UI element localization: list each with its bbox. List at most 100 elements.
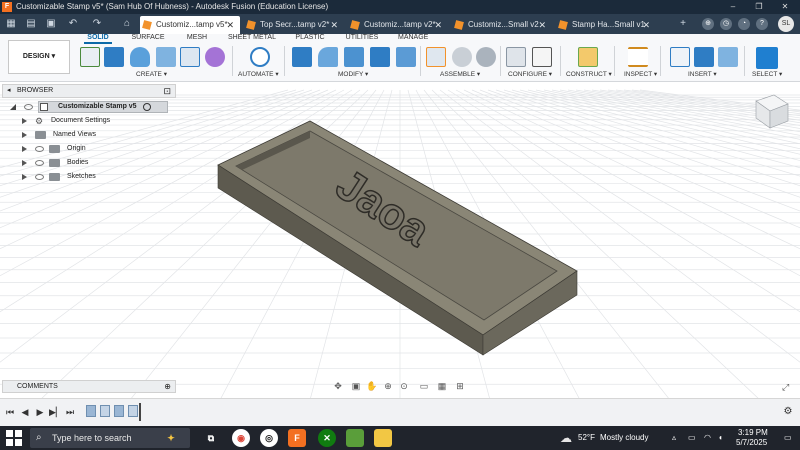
user-avatar[interactable]: SL (778, 16, 794, 32)
browser-item-sketches[interactable]: Sketches (0, 170, 176, 184)
orbit-icon[interactable]: ✥ (332, 380, 344, 392)
undo-icon[interactable]: ↶ (66, 17, 80, 31)
help-icon[interactable]: ? (756, 18, 768, 30)
joint-icon[interactable] (452, 47, 472, 67)
minimize-button[interactable]: – (720, 0, 746, 14)
close-tab-icon[interactable]: ✕ (538, 16, 546, 34)
chamfer-icon[interactable] (344, 47, 364, 67)
visibility-icon[interactable] (35, 174, 44, 180)
comments-panel-header[interactable]: COMMENTS ⊕ (2, 380, 176, 393)
form-icon[interactable] (205, 47, 225, 67)
pattern-icon[interactable] (180, 47, 200, 67)
viewports-icon[interactable]: ⊞ (454, 380, 466, 392)
offset-plane-icon[interactable] (578, 47, 598, 67)
hole-icon[interactable] (156, 47, 176, 67)
home-icon[interactable]: ⌂ (120, 17, 134, 31)
visibility-icon[interactable] (35, 160, 44, 166)
tab-mesh[interactable]: MESH (184, 34, 210, 44)
grid-settings-icon[interactable]: ▦ (436, 380, 448, 392)
weather-temp[interactable]: 52°F (578, 426, 595, 450)
tab-solid[interactable]: SOLID (84, 34, 112, 44)
wifi-icon[interactable]: ◠ (704, 426, 711, 450)
timeline-marker[interactable] (139, 403, 141, 421)
combine-icon[interactable] (396, 47, 416, 67)
timeline-extrude[interactable] (128, 405, 138, 417)
expand-icon[interactable] (22, 118, 27, 124)
measure-icon[interactable] (628, 47, 648, 67)
expand-icon[interactable] (22, 160, 27, 166)
expand-icon[interactable] (22, 146, 27, 152)
new-tab-icon[interactable]: + (676, 17, 690, 31)
browser-root[interactable]: Customizable Stamp v5 (0, 100, 176, 114)
group-construct[interactable]: CONSTRUCT ▾ (566, 70, 612, 78)
tab-manage[interactable]: MANAGE (398, 34, 428, 44)
notifications-icon[interactable]: ◔ (738, 18, 750, 30)
extrude-icon[interactable] (104, 47, 124, 67)
new-component-icon[interactable] (426, 47, 446, 67)
browser-app-icon[interactable]: ◎ (260, 429, 278, 447)
fit-icon[interactable]: ⊙ (398, 380, 410, 392)
timeline-settings-icon[interactable]: ⚙ (782, 406, 794, 418)
add-comment-icon[interactable]: ⊕ (164, 381, 171, 392)
file-menu-icon[interactable]: ▤ (24, 17, 38, 31)
workspace-switcher-button[interactable]: DESIGN ▾ (8, 40, 70, 74)
tab-document-2[interactable]: Top Secr...tamp v2* ✕ (244, 16, 344, 34)
expand-view-icon[interactable]: ⤢ (782, 382, 794, 394)
automate-icon[interactable] (250, 47, 270, 67)
visibility-icon[interactable] (24, 104, 33, 110)
timeline-sketch[interactable] (86, 405, 96, 417)
close-tab-icon[interactable]: ✕ (642, 16, 650, 34)
play-icon[interactable]: ▶ (34, 406, 46, 418)
fillet-icon[interactable] (318, 47, 338, 67)
configure-icon[interactable] (506, 47, 526, 67)
tab-document-4[interactable]: Customiz...Small v2 ✕ (452, 16, 552, 34)
app-grid-icon[interactable]: ▦ (4, 17, 18, 31)
windows-start-icon[interactable] (6, 430, 22, 446)
close-tab-icon[interactable]: ✕ (434, 16, 442, 34)
tab-surface[interactable]: SURFACE (130, 34, 166, 44)
copilot-icon[interactable]: ✦ (162, 429, 180, 447)
tray-overflow-icon[interactable]: ▵ (672, 426, 676, 450)
redo-icon[interactable]: ↷ (90, 17, 104, 31)
tab-document-5[interactable]: Stamp Ha...Small v1 ✕ (556, 16, 656, 34)
insert-image-icon[interactable] (718, 47, 738, 67)
xbox-icon[interactable]: ✕ (318, 429, 336, 447)
save-icon[interactable]: ▣ (44, 17, 58, 31)
clock-date[interactable]: 5/7/2025 (736, 431, 767, 450)
tab-utilities[interactable]: UTILITIES (344, 34, 380, 44)
insert-derive-icon[interactable] (670, 47, 690, 67)
maximize-button[interactable]: ❐ (746, 0, 772, 14)
step-forward-icon[interactable]: ▶▏ (49, 406, 63, 418)
group-insert[interactable]: INSERT ▾ (688, 70, 717, 78)
group-modify[interactable]: MODIFY ▾ (338, 70, 368, 78)
tab-sheet-metal[interactable]: SHEET METAL (228, 34, 276, 44)
group-select[interactable]: SELECT ▾ (752, 70, 782, 78)
group-assemble[interactable]: ASSEMBLE ▾ (440, 70, 480, 78)
create-sketch-icon[interactable] (80, 47, 100, 67)
zoom-icon[interactable]: ⊕ (382, 380, 394, 392)
group-automate[interactable]: AUTOMATE ▾ (238, 70, 279, 78)
close-tab-icon[interactable]: ✕ (330, 16, 338, 34)
pan-icon[interactable]: ✋ (366, 380, 378, 392)
tab-plastic[interactable]: PLASTIC (294, 34, 326, 44)
browser-item-document-settings[interactable]: ⚙ Document Settings (0, 114, 176, 128)
tab-document-3[interactable]: Customiz...tamp v2* ✕ (348, 16, 448, 34)
revolve-icon[interactable] (130, 47, 150, 67)
fusion-taskbar-icon[interactable]: F (288, 429, 306, 447)
timeline-extrude[interactable] (100, 405, 110, 417)
go-to-end-icon[interactable]: ⏭ (64, 406, 76, 418)
activate-icon[interactable] (143, 103, 151, 111)
browser-item-named-views[interactable]: Named Views (0, 128, 176, 142)
minecraft-icon[interactable] (346, 429, 364, 447)
group-create[interactable]: CREATE ▾ (136, 70, 167, 78)
group-inspect[interactable]: INSPECT ▾ (624, 70, 657, 78)
weather-desc[interactable]: Mostly cloudy (600, 426, 648, 450)
press-pull-icon[interactable] (292, 47, 312, 67)
close-tab-icon[interactable]: ✕ (226, 16, 234, 34)
browser-item-origin[interactable]: Origin (0, 142, 176, 156)
tab-document-1[interactable]: Customiz...tamp v5* ✕ (140, 16, 240, 34)
look-at-icon[interactable]: ▣ (350, 380, 362, 392)
insert-mcmaster-icon[interactable] (694, 47, 714, 67)
file-explorer-icon[interactable] (374, 429, 392, 447)
as-built-joint-icon[interactable] (476, 47, 496, 67)
